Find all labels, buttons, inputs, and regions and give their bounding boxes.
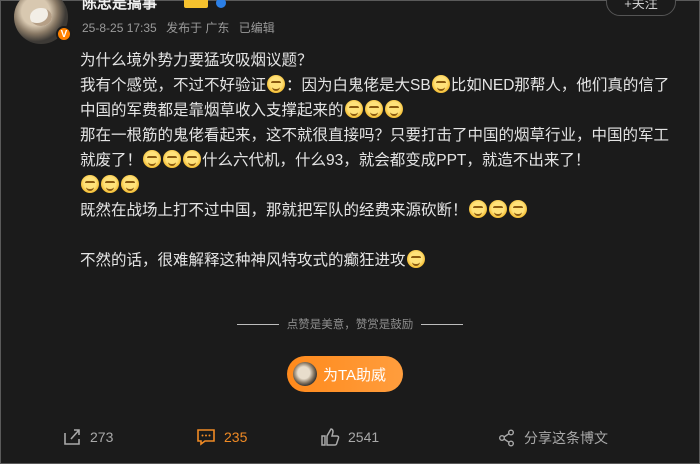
tip-prompt: 点赞是美意，赞赏是鼓励 [0, 316, 700, 332]
share-icon [64, 429, 80, 445]
grin-emoji [81, 175, 99, 193]
post-content: 为什么境外势力要猛攻吸烟议题？ 我有个感觉，不过不好验证 ：因为白鬼佬是大SB 比如… [80, 48, 680, 273]
share-count: 273 [90, 429, 114, 445]
share-post-icon [499, 429, 514, 447]
text-segment: 不然的话，很难解释这种神风特攻式的癫狂进攻 [80, 252, 406, 269]
text-segment: ：因为白鬼佬是大SB [286, 77, 431, 94]
grin-emoji [431, 75, 450, 93]
paragraph-1: 为什么境外势力要猛攻吸烟议题？ [80, 52, 313, 69]
grin-emoji [364, 100, 383, 118]
post-meta: 25-8-25 17:35 发布于 广东 已编辑 [82, 19, 281, 36]
paragraph-4: 既然在战场上打不过中国，那就把军队的经费来源砍断！ [80, 198, 680, 223]
action-bar: 273 235 2541 分享这条博文 [0, 428, 700, 452]
tip-button[interactable]: 为TA助威 [287, 356, 403, 392]
share-post-label: 分享这条博文 [524, 430, 608, 446]
text-segment: 什么六代机，什么93，就会都变成PPT，就造不出来了！ [202, 152, 591, 169]
grin-emoji [508, 200, 527, 218]
grin-emoji [488, 200, 507, 218]
paragraph-2: 我有个感觉，不过不好验证 ：因为白鬼佬是大SB 比如NED那帮人，他们真的信了中国的… [80, 73, 680, 123]
grin-emoji [183, 150, 202, 168]
grin-emoji [101, 175, 119, 193]
follow-button[interactable]: +关注 [606, 0, 676, 16]
username[interactable]: 陈忠是搞事 [82, 0, 157, 13]
share-post-button[interactable]: 分享这条博文 [498, 428, 608, 448]
tip-avatar [293, 362, 317, 386]
avatar[interactable]: V [14, 0, 72, 44]
tip-text: 点赞是美意，赞赏是鼓励 [286, 319, 414, 331]
verified-badge: V [56, 26, 72, 42]
like-button[interactable]: 2541 [320, 428, 379, 446]
tip-button-label: 为TA助威 [323, 366, 387, 384]
share-button[interactable]: 273 [62, 428, 113, 446]
comment-count: 235 [224, 429, 248, 445]
level-badge [184, 0, 208, 8]
grin-emoji [468, 200, 487, 218]
divider [236, 324, 279, 326]
post-location: 发布于 广东 [166, 21, 230, 35]
grin-emoji [384, 100, 403, 118]
edited-label[interactable]: 已编辑 [239, 21, 275, 35]
grin-emoji [163, 150, 182, 168]
paragraph-3: 那在一根筋的鬼佬看起来，这不就很直接吗？只要打击了中国的烟草行业，中国的军工就废… [80, 123, 680, 198]
grin-emoji [121, 175, 139, 193]
divider [421, 324, 464, 326]
text-segment: 既然在战场上打不过中国，那就把军队的经费来源砍断！ [80, 202, 468, 219]
grin-emoji [406, 250, 425, 268]
grin-emoji [344, 100, 363, 118]
text-segment: 我有个感觉，不过不好验证 [80, 77, 267, 94]
like-count: 2541 [348, 429, 380, 445]
paragraph-5: 不然的话，很难解释这种神风特攻式的癫狂进攻 [80, 248, 680, 273]
like-icon [321, 428, 340, 446]
post-time[interactable]: 25-8-25 17:35 [82, 21, 157, 35]
grin-emoji [267, 75, 286, 93]
comment-button[interactable]: 235 [196, 428, 247, 446]
grin-emoji [143, 150, 162, 168]
comment-icon [197, 429, 215, 446]
